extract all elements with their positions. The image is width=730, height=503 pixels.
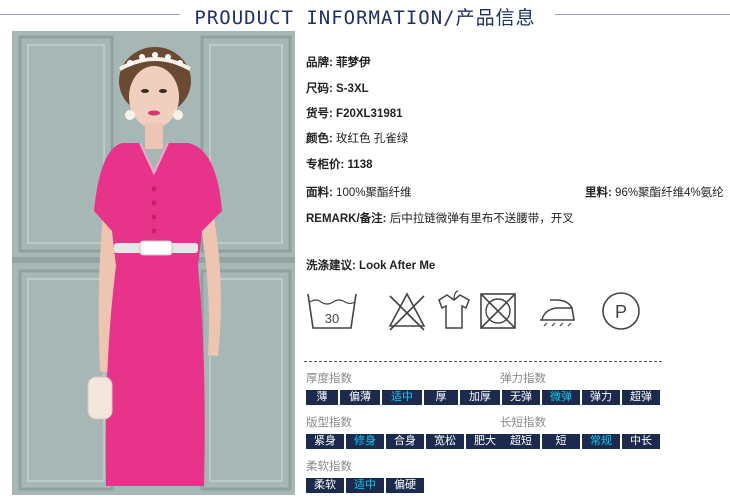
- wash-label: 洗涤建议:: [306, 260, 356, 272]
- brand-row: 品牌: 菲梦伊: [306, 54, 371, 70]
- price-value: 1138: [347, 159, 373, 171]
- elasticity-option-elastic: 弹力: [582, 390, 620, 405]
- thickness-option-slightly-thin: 偏薄: [340, 390, 380, 405]
- remark-row: REMARK/备注: 后中拉链微弹有里布不送腰带，开叉: [306, 210, 574, 226]
- product-photo: [12, 31, 295, 495]
- length-option-extra-short: 超短: [502, 434, 540, 449]
- divider: [304, 361, 662, 362]
- price-row: 专柜价: 1138: [306, 156, 373, 172]
- size-value: S-3XL: [336, 83, 369, 95]
- softness-option-medium: 适中: [346, 478, 384, 493]
- fabric-value: 100%聚酯纤维: [336, 187, 412, 199]
- color-value: 玫红色 孔雀绿: [336, 133, 409, 145]
- fabric-row: 面料: 100%聚酯纤维: [306, 184, 411, 200]
- care-icons: 30 P: [306, 290, 666, 336]
- thickness-option-extra-thick: 加厚: [460, 390, 500, 405]
- fit-label: 版型指数: [306, 417, 352, 429]
- wash-30-icon: 30: [307, 293, 357, 329]
- no-bleach-icon: [388, 292, 426, 331]
- page-title: PROUDUCT INFORMATION/产品信息: [194, 7, 536, 29]
- iron-icon: [540, 299, 575, 327]
- no-tumble-dry-icon: [480, 293, 516, 329]
- dry-clean-text: P: [615, 302, 627, 322]
- thickness-option-thick: 厚: [424, 390, 458, 405]
- length-option-short: 短: [542, 434, 580, 449]
- thickness-options: 薄 偏薄 适中 厚 加厚: [306, 390, 500, 405]
- elasticity-option-super: 超弹: [622, 390, 660, 405]
- fit-option-oversized: 肥大: [466, 434, 504, 449]
- page-header: PROUDUCT INFORMATION/产品信息: [0, 0, 730, 30]
- fit-options: 紧身 修身 合身 宽松 肥大: [306, 434, 504, 449]
- length-options: 超短 短 常规 中长: [502, 434, 660, 449]
- softness-option-soft: 柔软: [306, 478, 344, 493]
- elasticity-option-slight: 微弹: [542, 390, 580, 405]
- wash-row: 洗涤建议: Look After Me: [306, 257, 435, 273]
- color-label: 颜色:: [306, 133, 333, 145]
- fit-option-tight: 紧身: [306, 434, 344, 449]
- thickness-option-thin: 薄: [306, 390, 338, 405]
- fit-option-regular: 合身: [386, 434, 424, 449]
- elasticity-options: 无弹 微弹 弹力 超弹: [502, 390, 660, 405]
- dry-clean-p-icon: P: [602, 292, 640, 330]
- elasticity-label: 弹力指数: [500, 373, 546, 385]
- hang-dry-icon: [438, 290, 470, 329]
- elasticity-option-none: 无弹: [502, 390, 540, 405]
- size-label: 尺码:: [306, 83, 333, 95]
- sku-value: F20XL31981: [336, 108, 403, 120]
- price-label: 专柜价:: [306, 159, 345, 171]
- length-option-midi: 中长: [622, 434, 660, 449]
- wash-30-text: 30: [325, 311, 339, 326]
- thickness-label: 厚度指数: [306, 373, 352, 385]
- wash-value: Look After Me: [359, 260, 436, 272]
- sku-row: 货号: F20XL31981: [306, 105, 403, 121]
- softness-option-hard: 偏硬: [386, 478, 424, 493]
- length-label: 长短指数: [500, 417, 546, 429]
- softness-options: 柔软 适中 偏硬: [306, 478, 424, 493]
- fit-option-slim: 修身: [346, 434, 384, 449]
- size-row: 尺码: S-3XL: [306, 80, 369, 96]
- lining-row: 里料: 96%聚酯纤维4%氨纶: [585, 184, 724, 200]
- softness-label: 柔软指数: [306, 461, 352, 473]
- sku-label: 货号:: [306, 108, 333, 120]
- brand-value: 菲梦伊: [336, 57, 371, 69]
- brand-label: 品牌:: [306, 57, 333, 69]
- fabric-label: 面料:: [306, 187, 333, 199]
- color-row: 颜色: 玫红色 孔雀绿: [306, 130, 408, 146]
- lining-value: 96%聚酯纤维4%氨纶: [615, 187, 724, 199]
- thickness-option-medium: 适中: [382, 390, 422, 405]
- length-option-regular: 常规: [582, 434, 620, 449]
- lining-label: 里料:: [585, 187, 612, 199]
- fit-option-loose: 宽松: [426, 434, 464, 449]
- remark-value: 后中拉链微弹有里布不送腰带，开叉: [389, 213, 574, 225]
- remark-label: REMARK/备注:: [306, 213, 387, 225]
